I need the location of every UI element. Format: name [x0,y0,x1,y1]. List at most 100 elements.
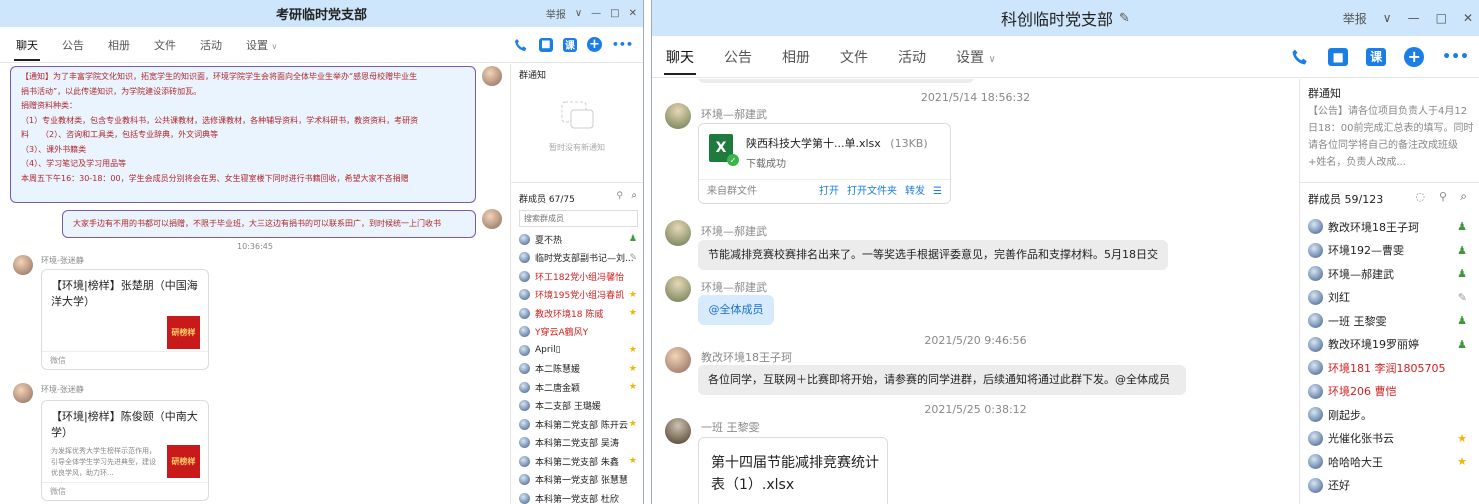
member-item[interactable]: 本二陈慧媛 ★ [511,360,643,379]
member-item[interactable]: April▯ ★ [511,341,643,360]
member-item[interactable]: 本科第二党支部 吴涛 [511,434,643,453]
class-icon[interactable]: 课 [1366,47,1387,66]
tab-files[interactable]: 文件 [152,37,178,53]
close-button[interactable]: ✕ [1463,11,1473,25]
maximize-button[interactable]: □ [610,8,619,19]
add-icon[interactable]: + [1404,46,1425,67]
member-item[interactable]: 环境206 曹恺 [1300,380,1479,404]
member-item[interactable]: 本二支部 王璐媛 [511,397,643,416]
member-item[interactable]: 环境181 李润1805705 [1300,356,1479,380]
avatar[interactable] [665,276,691,302]
open-folder-link[interactable]: 打开文件夹 [847,180,897,203]
add-member-icon[interactable]: ⚲ [616,191,623,201]
search-icon[interactable]: ⌕ [1460,189,1467,204]
more-icon[interactable]: ••• [1442,49,1469,65]
tab-announcement[interactable]: 公告 [722,47,754,67]
member-search-input[interactable] [519,210,638,227]
group-notice-text[interactable]: 【公告】请各位项目负责人于4月12日18：00前完成汇总表的填写。同时请各位同学… [1308,103,1474,171]
report-button[interactable]: 举报 [1343,10,1367,27]
tab-settings[interactable]: 设置 ∨ [244,37,279,53]
chat-icon[interactable]: ◌ [1415,190,1425,203]
avatar[interactable] [13,255,33,275]
tab-album[interactable]: 相册 [780,47,812,67]
report-button[interactable]: 举报 [546,6,566,21]
star-icon: ★ [628,363,637,374]
maximize-button[interactable]: □ [1436,11,1447,25]
menu-icon[interactable]: ☰ [933,180,942,203]
add-member-icon[interactable]: ⚲ [1439,190,1447,203]
member-item[interactable]: 刚起步。 [1300,403,1479,427]
sender-name: 环境—郝建武 [701,281,767,294]
forward-link[interactable]: 转发 [905,180,925,203]
member-avatar [519,344,530,356]
file-card[interactable]: 第十四届节能减排竞赛统计表（1）.xlsx [698,437,888,504]
message-bubble: 大家手边有不用的书都可以捐赠，不限于毕业班，大三这边有捐书的可以联系田广，到时候… [62,210,476,238]
video-call-icon[interactable]: ■ [538,37,553,52]
tab-activity[interactable]: 活动 [896,47,928,67]
member-item[interactable]: 教改环境18 陈威 ★ [511,304,643,323]
close-button[interactable]: ✕ [629,8,637,19]
phone-icon[interactable] [1290,47,1310,67]
avatar[interactable] [482,209,502,229]
video-call-icon[interactable]: ■ [1328,47,1349,66]
member-item[interactable]: 环境195党小组冯春凯 ★ [511,286,643,305]
member-item[interactable]: 一班 王黎雯 ♟ [1300,309,1479,333]
chat-area[interactable]: 【通知】为了丰富学院文化知识，拓宽学生的知识面，环境学院学生会将面向全体毕业生举… [0,64,510,504]
chat-area[interactable]: 2021/5/14 18:56:32 环境—郝建武 X ✓ 陕西科技大学第十..… [652,79,1299,504]
edit-title-icon[interactable]: ✎ [1119,11,1130,26]
file-card[interactable]: X ✓ 陕西科技大学第十...单.xlsx (13KB) 下载成功 来自群文件 … [698,123,951,204]
members-title: 群成员 59/123 [1308,193,1384,206]
share-card[interactable]: 【环境|榜样】陈俊颐（中南大学） 为发挥优秀大学生榜样示范作用，引导全体学生学习… [41,400,209,501]
minimize-button[interactable]: — [591,8,601,19]
member-item[interactable]: 本科第二党支部 陈开云 ★ [511,415,643,434]
search-icon[interactable]: ⌕ [631,190,637,201]
tab-album[interactable]: 相册 [106,37,132,53]
empty-notice-icon [561,101,594,129]
chevron-down-icon[interactable]: ∨ [1383,11,1392,25]
more-icon[interactable]: ••• [612,38,633,51]
member-item[interactable]: 哈哈哈大王 ★ [1300,450,1479,474]
member-item[interactable]: 刘红 ✎ [1300,286,1479,310]
right-chat-window: 科创临时党支部 ✎ 举报 ∨ — □ ✕ 聊天 公告 相册 文件 活动 设置 ∨… [651,0,1479,504]
avatar[interactable] [665,103,691,129]
avatar[interactable] [482,66,502,86]
class-icon[interactable]: 课 [562,37,577,52]
tab-settings[interactable]: 设置 ∨ [954,47,998,67]
member-item[interactable]: 环工182党小组冯馨怡 [511,267,643,286]
share-card[interactable]: 【环境|榜样】张楚朋（中国海洋大学） 研榜样 微信 [41,269,209,370]
member-item[interactable]: 本二唐金颖 ★ [511,378,643,397]
tab-chat[interactable]: 聊天 [664,47,696,75]
member-item[interactable]: 临时党支部副书记—刘... ✎ [511,249,643,268]
member-item[interactable]: 夏不热 ♟ [511,230,643,249]
minimize-button[interactable]: — [1408,11,1420,25]
member-item[interactable]: 本科第一党支部 张慧慧 [511,471,643,490]
member-avatar [519,307,530,319]
member-item[interactable]: 光催化张书云 ★ [1300,427,1479,451]
avatar[interactable] [13,383,33,403]
add-icon[interactable]: + [586,37,602,52]
member-item[interactable]: Y穿云A鶴风Y [511,323,643,342]
member-item[interactable]: 本科第一党支部 杜欣 [511,489,643,504]
avatar[interactable] [665,220,691,246]
chevron-down-icon[interactable]: ∨ [575,8,582,19]
member-item[interactable]: 环境192—曹雯 ♟ [1300,239,1479,263]
member-avatar [519,418,530,430]
person-icon: ♟ [1457,243,1467,257]
member-item[interactable]: 还好 [1300,474,1479,498]
tab-files[interactable]: 文件 [838,47,870,67]
member-avatar [519,474,530,486]
member-item[interactable]: 环境—郝建武 ♟ [1300,262,1479,286]
person-icon: ♟ [1457,314,1467,328]
timestamp: 2021/5/20 9:46:56 [924,334,1027,347]
open-file-link[interactable]: 打开 [819,180,839,203]
member-item[interactable]: 本科第二党支部 朱鑫 ★ [511,452,643,471]
member-item[interactable]: 教改环境18王子珂 ♟ [1300,215,1479,239]
phone-icon[interactable] [513,37,529,53]
tab-activity[interactable]: 活动 [198,37,224,53]
tab-announcement[interactable]: 公告 [60,37,86,53]
member-item[interactable]: 教改环境19罗丽婷 ♟ [1300,333,1479,357]
avatar[interactable] [665,418,691,444]
avatar[interactable] [665,347,691,373]
tab-chat[interactable]: 聊天 [14,37,40,61]
file-status: 下载成功 [746,159,786,170]
